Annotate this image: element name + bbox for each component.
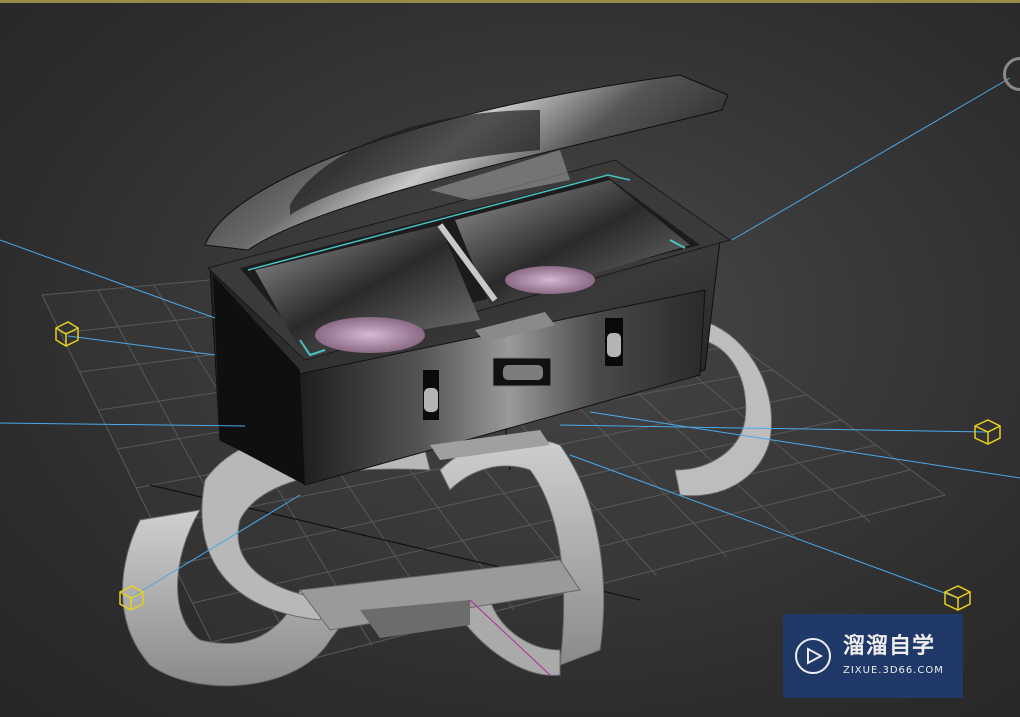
watermark-text: 溜溜自学 ZIXUE.3D66.COM — [843, 634, 944, 678]
play-icon — [795, 638, 831, 674]
watermark-url: ZIXUE.3D66.COM — [843, 665, 944, 676]
watermark-badge: 溜溜自学 ZIXUE.3D66.COM — [783, 614, 963, 698]
3d-viewport[interactable]: 溜溜自学 ZIXUE.3D66.COM — [0, 0, 1020, 717]
watermark-brand: 溜溜自学 — [843, 634, 936, 659]
light-cube-icon[interactable] — [944, 585, 971, 611]
scene-render[interactable] — [0, 0, 1020, 717]
